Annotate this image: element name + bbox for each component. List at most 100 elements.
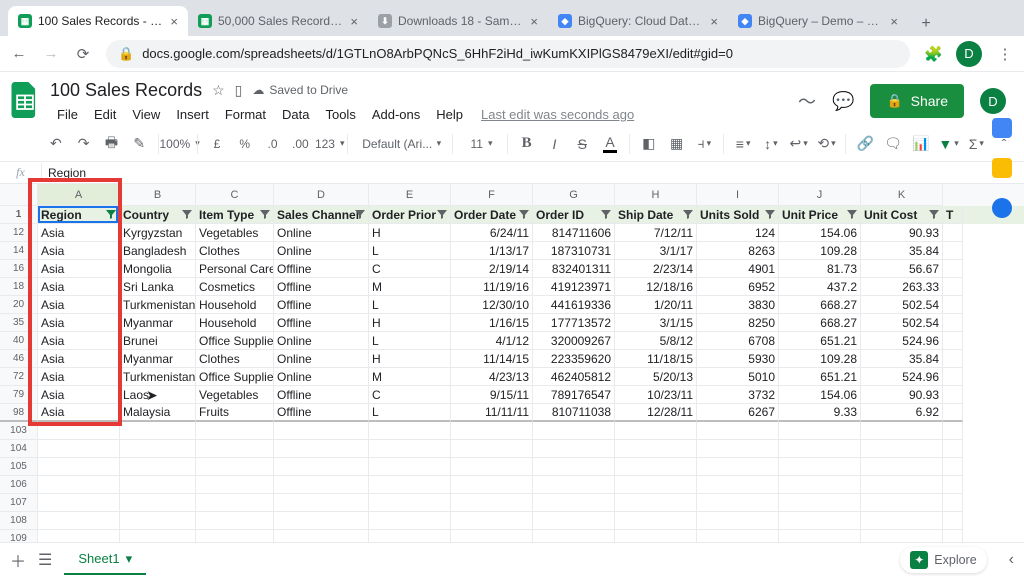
cell[interactable]: 1/16/15: [451, 314, 533, 332]
cell[interactable]: 124: [697, 224, 779, 242]
cell[interactable]: 11/14/15: [451, 350, 533, 368]
browser-tab[interactable]: ▦50,000 Sales Records - Goog×: [188, 6, 368, 36]
header-cell[interactable]: Sales Channel: [274, 206, 369, 224]
cell[interactable]: 832401311: [533, 260, 615, 278]
column-header-H[interactable]: H: [615, 184, 697, 206]
cell[interactable]: Offline: [274, 314, 369, 332]
cell[interactable]: [120, 422, 196, 440]
cell[interactable]: [779, 512, 861, 530]
cell[interactable]: [274, 458, 369, 476]
tab-close-icon[interactable]: ×: [890, 14, 898, 29]
menu-format[interactable]: Format: [218, 104, 273, 125]
cell[interactable]: [274, 494, 369, 512]
cell[interactable]: Asia: [38, 332, 120, 350]
font-size-select[interactable]: 11▾: [460, 132, 500, 156]
header-cell[interactable]: Region: [38, 206, 120, 224]
tab-close-icon[interactable]: ×: [350, 14, 358, 29]
undo-button[interactable]: ↶: [44, 132, 68, 156]
cell[interactable]: [697, 440, 779, 458]
cell[interactable]: 4/23/13: [451, 368, 533, 386]
menu-view[interactable]: View: [125, 104, 167, 125]
cell[interactable]: 8250: [697, 314, 779, 332]
cell[interactable]: [369, 422, 451, 440]
cell[interactable]: Personal Care: [196, 260, 274, 278]
cell[interactable]: [943, 314, 963, 332]
column-header-K[interactable]: K: [861, 184, 943, 206]
cell[interactable]: 419123971: [533, 278, 615, 296]
row-header[interactable]: 12: [0, 224, 38, 242]
cell[interactable]: L: [369, 332, 451, 350]
cell[interactable]: [697, 476, 779, 494]
cell[interactable]: Offline: [274, 260, 369, 278]
cell[interactable]: [615, 458, 697, 476]
cell[interactable]: [615, 422, 697, 440]
cell[interactable]: [38, 440, 120, 458]
cell[interactable]: H: [369, 314, 451, 332]
percent-button[interactable]: %: [233, 132, 257, 156]
cell[interactable]: Asia: [38, 404, 120, 422]
cell[interactable]: 9/15/11: [451, 386, 533, 404]
column-header-E[interactable]: E: [369, 184, 451, 206]
cell[interactable]: Brunei: [120, 332, 196, 350]
cell[interactable]: Vegetables: [196, 224, 274, 242]
cell[interactable]: 1/13/17: [451, 242, 533, 260]
add-sheet-button[interactable]: ＋: [10, 548, 26, 572]
cell[interactable]: [943, 332, 963, 350]
cell[interactable]: Asia: [38, 278, 120, 296]
cell[interactable]: [943, 476, 963, 494]
cell[interactable]: 5/20/13: [615, 368, 697, 386]
borders-button[interactable]: ▦: [665, 132, 689, 156]
cell[interactable]: Asia: [38, 368, 120, 386]
cell[interactable]: [120, 494, 196, 512]
filter-icon[interactable]: [764, 208, 776, 220]
row-header[interactable]: 35: [0, 314, 38, 332]
cell[interactable]: 109.28: [779, 350, 861, 368]
merge-button[interactable]: ⫞▾: [692, 132, 716, 156]
comment-button[interactable]: 🗨: [881, 132, 905, 156]
cell[interactable]: Bangladesh: [120, 242, 196, 260]
cell[interactable]: 9.33: [779, 404, 861, 422]
cell[interactable]: 2/23/14: [615, 260, 697, 278]
cell[interactable]: [38, 476, 120, 494]
row-header[interactable]: 18: [0, 278, 38, 296]
cell[interactable]: 35.84: [861, 350, 943, 368]
cell[interactable]: [369, 494, 451, 512]
menu-data[interactable]: Data: [275, 104, 316, 125]
cell[interactable]: Online: [274, 368, 369, 386]
cell[interactable]: H: [369, 224, 451, 242]
url-input[interactable]: 🔒 docs.google.com/spreadsheets/d/1GTLnO8…: [106, 40, 910, 68]
rotate-button[interactable]: ⟲▾: [815, 132, 839, 156]
header-cell[interactable]: Order Prior: [369, 206, 451, 224]
wrap-button[interactable]: ↩▾: [787, 132, 811, 156]
cell[interactable]: Offline: [274, 404, 369, 422]
cell[interactable]: [943, 260, 963, 278]
last-edit-link[interactable]: Last edit was seconds ago: [472, 104, 643, 125]
star-icon[interactable]: ☆: [212, 82, 225, 99]
filter-button[interactable]: ▼▾: [937, 132, 961, 156]
menu-insert[interactable]: Insert: [169, 104, 216, 125]
cell[interactable]: Clothes: [196, 350, 274, 368]
cell[interactable]: Online: [274, 350, 369, 368]
kebab-menu-icon[interactable]: ⋮: [996, 45, 1014, 63]
cell[interactable]: 6.92: [861, 404, 943, 422]
row-header[interactable]: 46: [0, 350, 38, 368]
cell[interactable]: Sri Lanka: [120, 278, 196, 296]
menu-tools[interactable]: Tools: [318, 104, 362, 125]
cell[interactable]: Office Supplies: [196, 332, 274, 350]
column-header-F[interactable]: F: [451, 184, 533, 206]
cell[interactable]: Household: [196, 314, 274, 332]
cell[interactable]: C: [369, 386, 451, 404]
cell[interactable]: 441619336: [533, 296, 615, 314]
cell[interactable]: 6708: [697, 332, 779, 350]
row-header[interactable]: 40: [0, 332, 38, 350]
cell[interactable]: 187310731: [533, 242, 615, 260]
reload-icon[interactable]: ⟳: [74, 45, 92, 63]
cell[interactable]: 12/30/10: [451, 296, 533, 314]
side-panel-toggle[interactable]: ‹: [1009, 551, 1014, 569]
cell[interactable]: [196, 422, 274, 440]
cell[interactable]: Offline: [274, 386, 369, 404]
all-sheets-button[interactable]: ☰: [38, 550, 52, 570]
cell[interactable]: 7/12/11: [615, 224, 697, 242]
cell[interactable]: [533, 422, 615, 440]
cell[interactable]: 789176547: [533, 386, 615, 404]
